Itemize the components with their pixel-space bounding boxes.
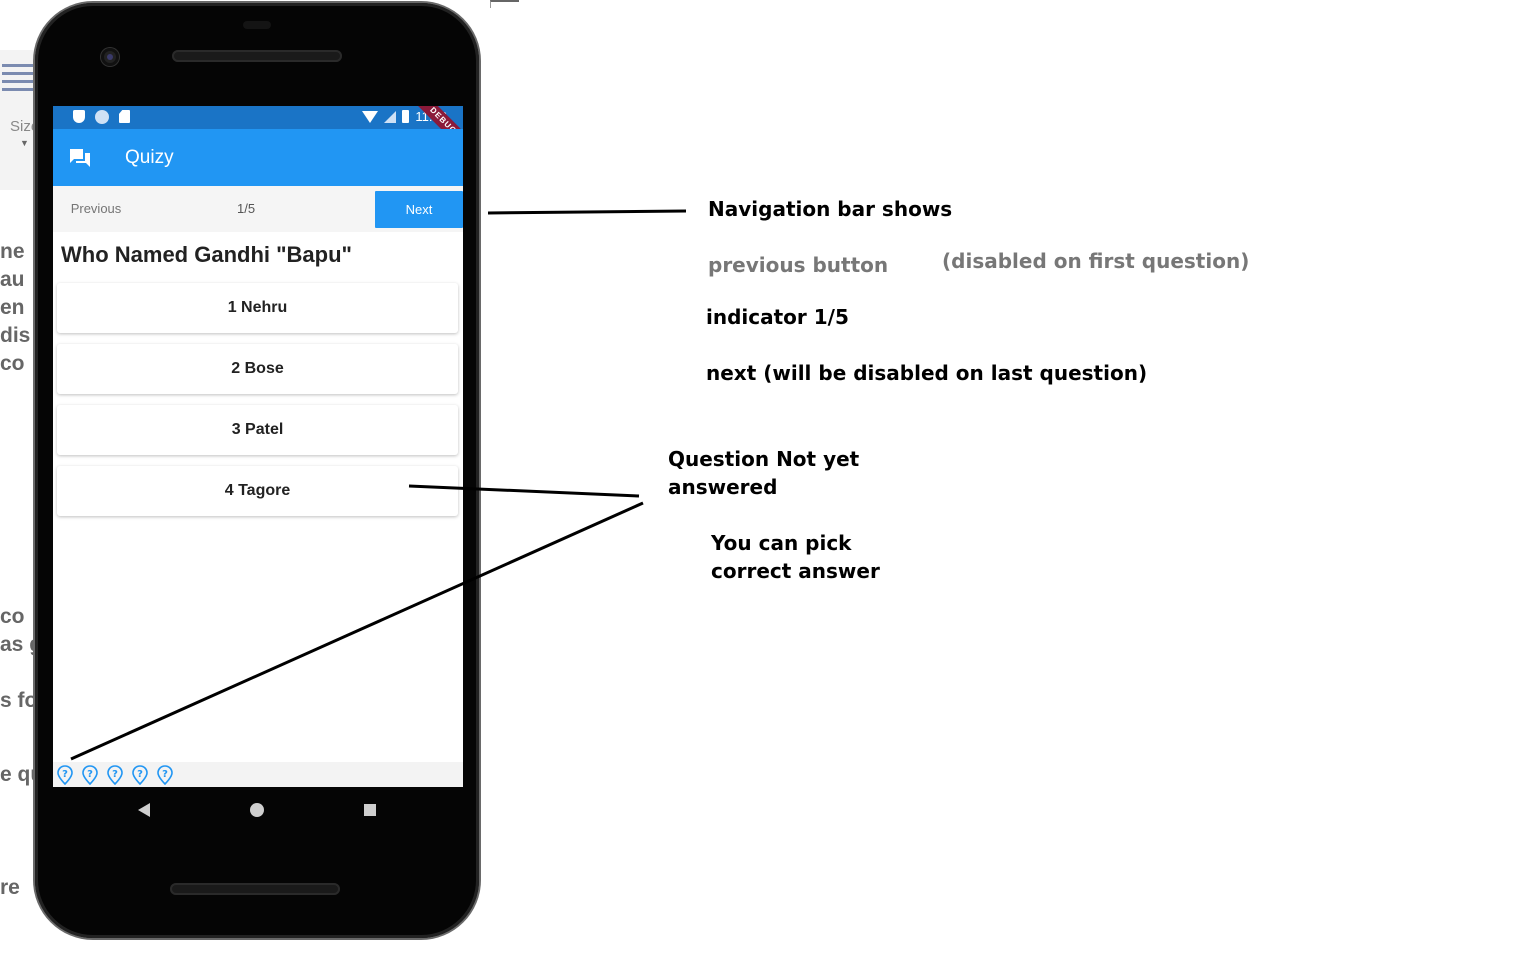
question-text: Who Named Gandhi "Bapu"	[61, 242, 352, 267]
question-marker-icon[interactable]: ?	[132, 765, 148, 785]
align-icon	[2, 64, 34, 96]
bg-fragment: ne	[0, 240, 25, 263]
bg-fragment: co	[0, 605, 25, 628]
question-marker-icon[interactable]: ?	[107, 765, 123, 785]
question-nav-bar: Previous 1/5 Next	[53, 186, 463, 232]
svg-text:?: ?	[137, 769, 143, 780]
sensor-slot	[243, 21, 271, 29]
sd-card-icon	[119, 110, 130, 123]
circle-notification-icon	[95, 110, 109, 124]
app-bar: Quizy	[53, 129, 463, 186]
bg-fragment: en	[0, 296, 25, 319]
app-title: Quizy	[125, 147, 174, 168]
question-marker-icon[interactable]: ?	[157, 765, 173, 785]
annotation-prev-note: previous button	[708, 253, 889, 277]
bg-fragment: re	[0, 876, 20, 899]
question-marker-icon[interactable]: ?	[57, 765, 73, 785]
wifi-icon	[362, 110, 379, 123]
bg-fragment: s fo	[0, 689, 38, 712]
battery-icon	[402, 110, 410, 123]
annotation-prev-paren: (disabled on first question)	[942, 249, 1250, 273]
bg-fragment: co	[0, 352, 25, 375]
svg-text:?: ?	[62, 769, 68, 780]
svg-text:?: ?	[162, 769, 168, 780]
recents-square-icon[interactable]	[364, 804, 376, 816]
bg-fragment: au	[0, 268, 25, 291]
annotation-not-answered-1: Question Not yet	[668, 447, 860, 471]
earpiece-speaker	[172, 50, 342, 62]
answer-option[interactable]: 3 Patel	[57, 405, 458, 455]
system-nav-bar	[53, 787, 463, 835]
app-screen: 11:56 DEBUG Quizy Previous 1/5 Next Who …	[53, 106, 463, 787]
next-button[interactable]: Next	[375, 191, 463, 228]
answer-option[interactable]: 2 Bose	[57, 344, 458, 394]
annotation-indicator-note: indicator 1/5	[706, 305, 849, 329]
caret-down-icon: ▼	[20, 138, 29, 148]
home-circle-icon[interactable]	[250, 803, 264, 817]
annotation-not-answered-2: answered	[668, 475, 778, 499]
svg-text:?: ?	[112, 769, 118, 780]
status-bar: 11:56 DEBUG	[53, 106, 463, 158]
annotation-pick-1: You can pick	[711, 531, 852, 555]
cell-signal-icon	[384, 110, 397, 123]
chat-bubbles-icon	[70, 149, 90, 167]
question-marker-icon[interactable]: ?	[82, 765, 98, 785]
progress-footer: ? ? ? ? ?	[53, 762, 463, 787]
annotation-next-note: next (will be disabled on last question)	[706, 361, 1148, 385]
annotation-nav-title: Navigation bar shows	[708, 197, 953, 221]
svg-text:?: ?	[87, 769, 93, 780]
shield-icon	[73, 110, 85, 123]
camera-icon	[101, 48, 119, 66]
back-triangle-icon[interactable]	[138, 803, 150, 817]
bottom-speaker	[170, 883, 340, 895]
answer-option[interactable]: 4 Tagore	[57, 466, 458, 516]
previous-button[interactable]: Previous	[53, 191, 139, 227]
bg-fragment: dis	[0, 324, 31, 347]
annotation-pick-2: correct answer	[711, 559, 880, 583]
answer-option[interactable]: 1 Nehru	[57, 283, 458, 333]
question-indicator: 1/5	[237, 201, 256, 216]
window-edge	[490, 0, 519, 8]
